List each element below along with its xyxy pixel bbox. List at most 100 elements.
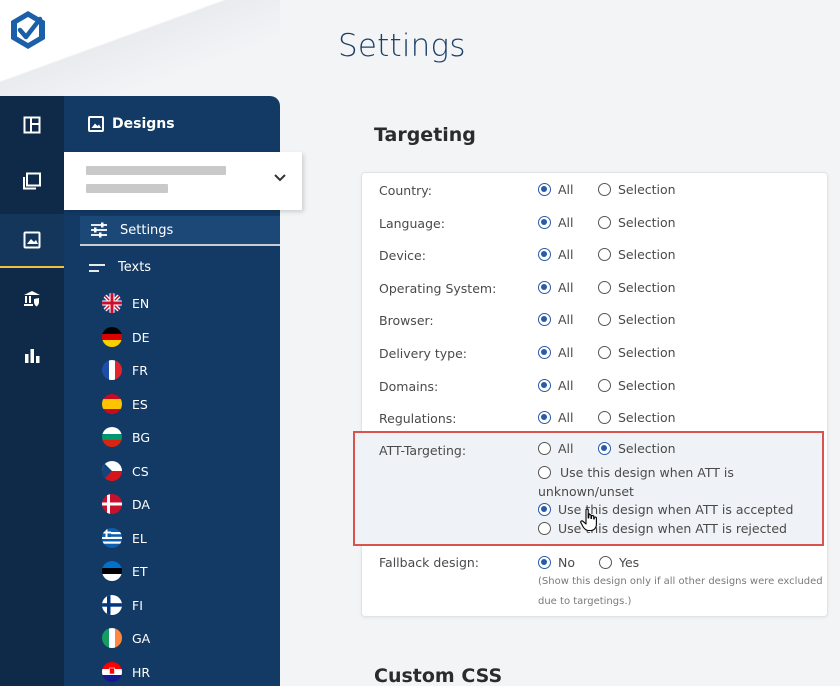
redacted-text xyxy=(86,184,168,193)
fallback-note-line1: (Show this design only if all other desi… xyxy=(538,576,823,587)
lang-label: EL xyxy=(132,530,147,546)
app-logo[interactable] xyxy=(6,8,50,52)
nav-header: Designs xyxy=(88,116,175,132)
radio-country-selection[interactable] xyxy=(598,183,611,196)
radio-country-all[interactable] xyxy=(538,183,551,196)
option-label: All xyxy=(558,378,574,393)
radio-fallback-yes[interactable] xyxy=(599,556,612,569)
att-option-all[interactable]: All xyxy=(538,441,574,456)
att-option-rejected[interactable]: Use this design when ATT is rejected xyxy=(538,521,787,536)
browser-option-all[interactable]: All xyxy=(538,312,574,327)
option-label: Selection xyxy=(618,247,676,262)
lang-item-el[interactable]: EL xyxy=(102,528,147,548)
lang-item-fr[interactable]: FR xyxy=(102,360,148,380)
icon-rail xyxy=(0,96,64,686)
nav-item-settings[interactable]: Settings xyxy=(80,216,280,246)
radio-browser-all[interactable] xyxy=(538,313,551,326)
hand-cursor-icon xyxy=(580,508,597,532)
operating-system-option-selection[interactable]: Selection xyxy=(598,280,676,295)
rail-designs[interactable] xyxy=(0,214,64,268)
radio-att-accepted[interactable] xyxy=(538,503,551,516)
delivery-type-option-selection[interactable]: Selection xyxy=(598,345,676,360)
sliders-icon xyxy=(91,222,107,238)
regulations-option-selection[interactable]: Selection xyxy=(598,410,676,425)
operating-system-option-all[interactable]: All xyxy=(538,280,574,295)
rail-copies[interactable] xyxy=(0,154,64,208)
nav-item-texts[interactable]: Texts xyxy=(88,260,151,275)
row-label-device: Device: xyxy=(379,248,426,263)
flag-de-icon xyxy=(102,327,122,347)
language-option-selection[interactable]: Selection xyxy=(598,215,676,230)
radio-att-selection[interactable] xyxy=(598,442,611,455)
radio-browser-selection[interactable] xyxy=(598,313,611,326)
lang-item-cs[interactable]: CS xyxy=(102,461,149,481)
country-option-all[interactable]: All xyxy=(538,182,574,197)
radio-device-all[interactable] xyxy=(538,248,551,261)
device-option-all[interactable]: All xyxy=(538,247,574,262)
rail-regulations[interactable] xyxy=(0,272,64,326)
radio-att-all[interactable] xyxy=(538,442,551,455)
option-label: Selection xyxy=(618,378,676,393)
design-select[interactable] xyxy=(64,152,302,210)
radio-att-rejected[interactable] xyxy=(538,522,551,535)
lang-item-da[interactable]: DA xyxy=(102,494,150,514)
radio-language-all[interactable] xyxy=(538,216,551,229)
att-option-selection[interactable]: Selection xyxy=(598,441,676,456)
lang-item-hr[interactable]: HR xyxy=(102,662,150,682)
radio-domains-all[interactable] xyxy=(538,379,551,392)
delivery-type-option-all[interactable]: All xyxy=(538,345,574,360)
country-option-selection[interactable]: Selection xyxy=(598,182,676,197)
rail-dashboard[interactable] xyxy=(0,98,64,152)
lang-item-ga[interactable]: GA xyxy=(102,628,150,648)
rail-statistics[interactable] xyxy=(0,328,64,382)
radio-domains-selection[interactable] xyxy=(598,379,611,392)
flag-cz-icon xyxy=(102,461,122,481)
lang-label: DE xyxy=(132,329,150,345)
row-label-browser: Browser: xyxy=(379,313,434,328)
lang-item-en[interactable]: EN xyxy=(102,293,149,313)
radio-regulations-all[interactable] xyxy=(538,411,551,424)
radio-fallback-no[interactable] xyxy=(538,556,551,569)
radio-delivery-type-all[interactable] xyxy=(538,346,551,359)
text-lines-icon xyxy=(89,263,105,272)
radio-operating-system-all[interactable] xyxy=(538,281,551,294)
lang-label: HR xyxy=(132,664,151,680)
row-label-language: Language: xyxy=(379,216,445,231)
language-option-all[interactable]: All xyxy=(538,215,574,230)
fallback-option-no[interactable]: No xyxy=(538,555,575,570)
option-label: Selection xyxy=(618,410,676,425)
lang-label: EN xyxy=(132,295,150,311)
lang-item-es[interactable]: ES xyxy=(102,394,148,414)
radio-delivery-type-selection[interactable] xyxy=(598,346,611,359)
row-label-att-targeting: ATT-Targeting: xyxy=(379,443,467,458)
lang-label: CS xyxy=(132,463,149,479)
row-label-delivery-type: Delivery type: xyxy=(379,346,467,361)
flag-fi-icon xyxy=(102,595,122,615)
bank-shield-icon xyxy=(24,291,40,307)
fallback-option-yes[interactable]: Yes xyxy=(599,555,639,570)
lang-label: ES xyxy=(132,396,148,412)
radio-device-selection[interactable] xyxy=(598,248,611,261)
radio-operating-system-selection[interactable] xyxy=(598,281,611,294)
domains-option-all[interactable]: All xyxy=(538,378,574,393)
radio-att-unknown[interactable] xyxy=(538,466,551,479)
regulations-option-all[interactable]: All xyxy=(538,410,574,425)
att-option-accepted[interactable]: Use this design when ATT is accepted xyxy=(538,502,793,517)
lang-item-bg[interactable]: BG xyxy=(102,427,150,447)
lang-label: DA xyxy=(132,496,150,512)
browser-option-selection[interactable]: Selection xyxy=(598,312,676,327)
lang-item-et[interactable]: ET xyxy=(102,561,148,581)
flag-dk-icon xyxy=(102,494,122,514)
targeting-card xyxy=(361,172,828,617)
lang-item-fi[interactable]: FI xyxy=(102,595,143,615)
bar-chart-icon xyxy=(25,349,40,363)
radio-regulations-selection[interactable] xyxy=(598,411,611,424)
row-label-country: Country: xyxy=(379,183,432,198)
lang-item-de[interactable]: DE xyxy=(102,327,150,347)
radio-language-selection[interactable] xyxy=(598,216,611,229)
flag-ie-icon xyxy=(102,628,122,648)
section-title-custom-css: Custom CSS xyxy=(374,665,503,686)
fallback-note-line2: due to targetings.) xyxy=(538,596,632,607)
domains-option-selection[interactable]: Selection xyxy=(598,378,676,393)
device-option-selection[interactable]: Selection xyxy=(598,247,676,262)
